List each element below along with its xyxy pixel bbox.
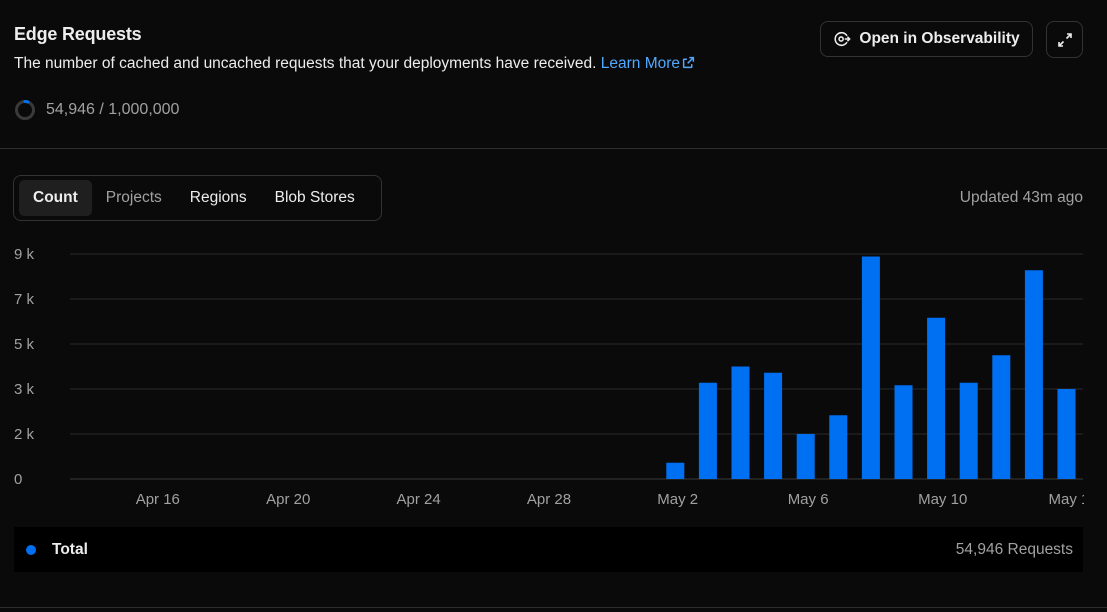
y-tick-label: 0: [14, 471, 22, 488]
legend-total-value: 54,946 Requests: [955, 540, 1073, 558]
x-tick-label: May 6: [788, 491, 829, 508]
bar[interactable]: [992, 355, 1011, 479]
page-title: Edge Requests: [14, 24, 142, 44]
y-tick-label: 2 k: [14, 426, 35, 443]
x-tick-label: Apr 16: [136, 491, 180, 508]
x-tick-label: Apr 20: [266, 491, 310, 508]
y-tick-label: 9 k: [14, 246, 35, 263]
bar[interactable]: [796, 434, 815, 479]
bar[interactable]: [829, 415, 848, 479]
open-in-observability-button[interactable]: Open in Observability: [820, 21, 1033, 57]
y-tick-label: 7 k: [14, 291, 35, 308]
description-text: The number of cached and uncached reques…: [14, 55, 597, 72]
learn-more-link[interactable]: Learn More: [601, 55, 695, 72]
tab-projects[interactable]: Projects: [92, 180, 176, 216]
expand-button[interactable]: [1046, 21, 1083, 58]
bar[interactable]: [731, 366, 750, 480]
bar[interactable]: [894, 385, 913, 479]
y-tick-label: 3 k: [14, 381, 35, 398]
bar[interactable]: [764, 372, 783, 479]
bar[interactable]: [1057, 389, 1076, 479]
x-tick-label: May 2: [657, 491, 698, 508]
external-link-icon: [682, 56, 695, 69]
bar[interactable]: [927, 317, 946, 479]
bar[interactable]: [1024, 270, 1043, 479]
bar[interactable]: [666, 462, 685, 479]
usage-indicator: 54,946 / 1,000,000: [14, 99, 179, 121]
section-divider: [0, 148, 1107, 149]
tab-count[interactable]: Count: [19, 180, 92, 216]
x-tick-label: Apr 24: [397, 491, 441, 508]
chart-tabs: Count Projects Regions Blob Stores: [13, 175, 382, 221]
tab-blob-stores[interactable]: Blob Stores: [261, 180, 369, 216]
usage-ring-icon: [15, 100, 35, 120]
open-in-observability-label: Open in Observability: [859, 30, 1020, 47]
learn-more-label: Learn More: [600, 55, 681, 72]
edge-requests-chart: 0 2 k 3 k 5 k 7 k 9 k Apr 16 Apr 20 Apr 24 Apr 28…: [14, 246, 1098, 508]
bar[interactable]: [698, 382, 717, 479]
y-tick-label: 5 k: [14, 336, 35, 353]
legend-label-total: Total: [52, 540, 88, 558]
legend-dot-total: [26, 544, 36, 555]
expand-icon: [1057, 32, 1072, 47]
chart-legend: Total 54,946 Requests: [14, 527, 1083, 572]
observability-icon: [834, 31, 852, 47]
usage-value: 54,946 / 1,000,000: [46, 101, 180, 118]
updated-timestamp: Updated 43m ago: [959, 189, 1083, 206]
bar[interactable]: [861, 256, 880, 480]
x-tick-label: May 14: [1049, 491, 1098, 508]
x-tick-label: Apr 28: [527, 491, 571, 508]
x-tick-label: May 10: [918, 491, 967, 508]
tab-regions[interactable]: Regions: [176, 180, 261, 216]
page-description: The number of cached and uncached reques…: [14, 55, 695, 73]
bottom-divider: [0, 607, 1107, 608]
bar[interactable]: [959, 382, 978, 479]
